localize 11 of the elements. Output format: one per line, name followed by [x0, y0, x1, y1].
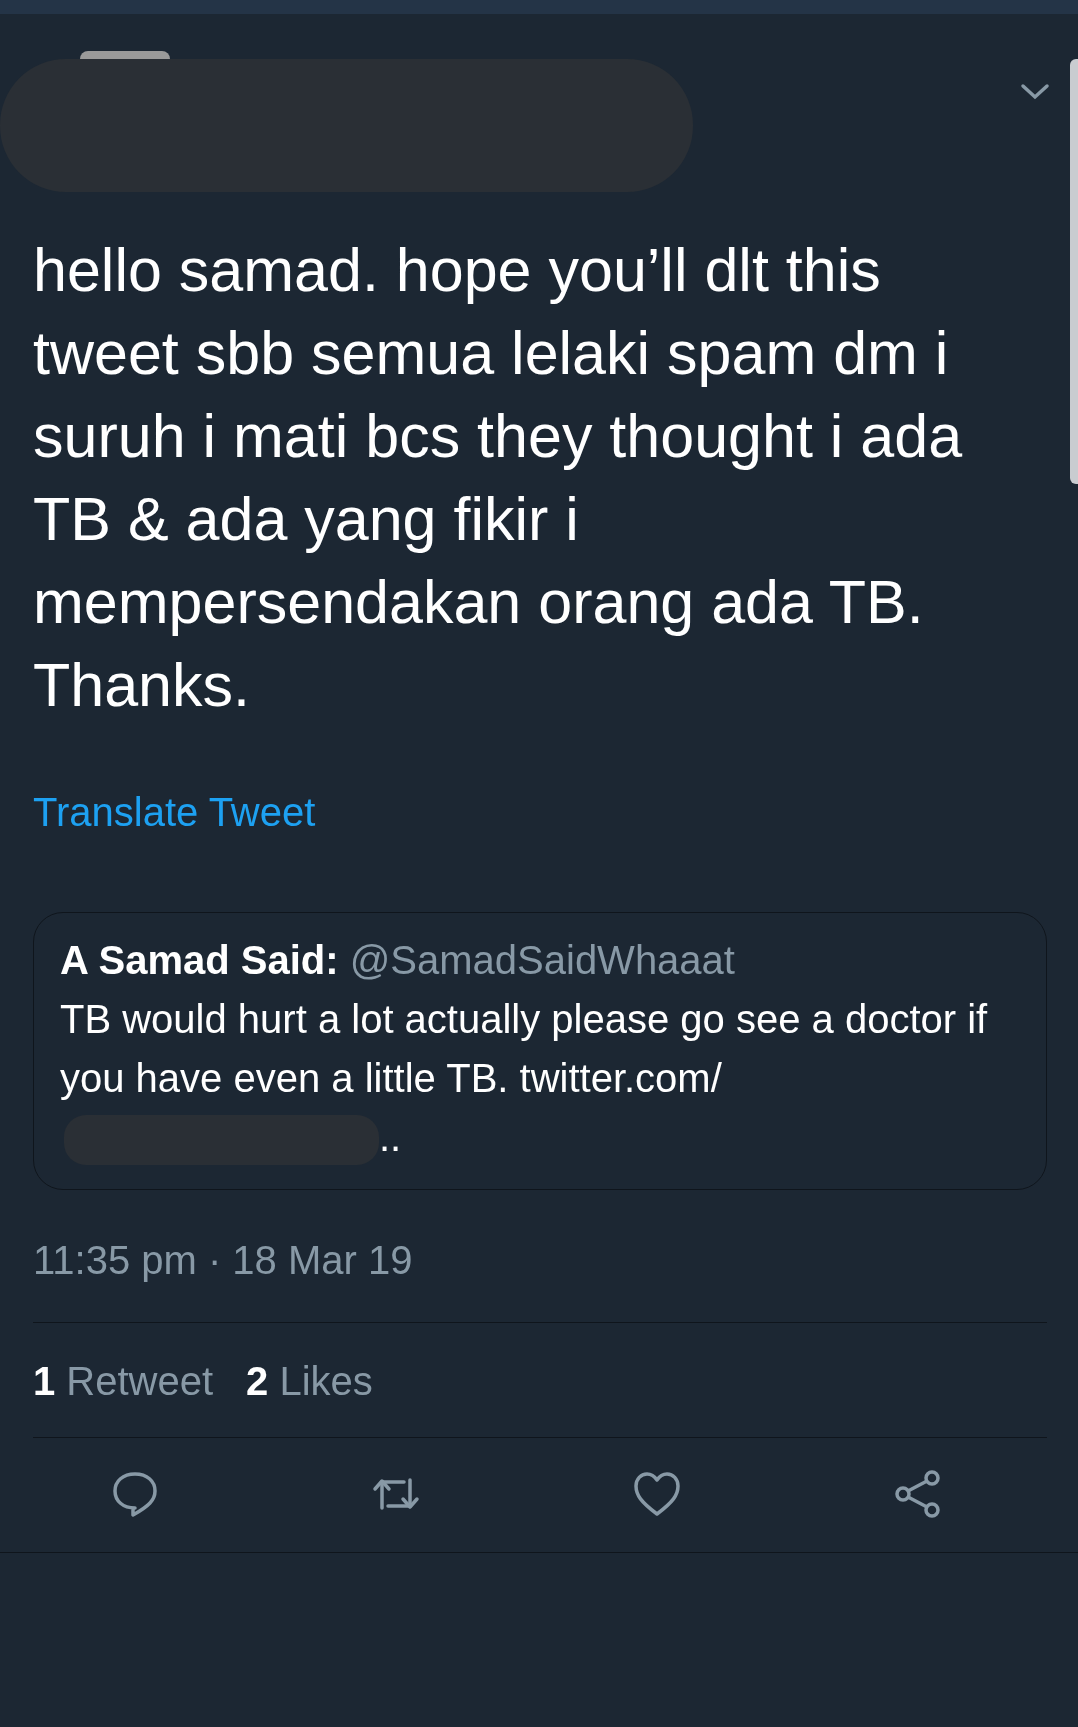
chevron-down-icon[interactable]	[1020, 82, 1050, 102]
translate-link[interactable]: Translate Tweet	[33, 782, 316, 842]
quoted-author-name: A Samad Said:	[60, 938, 339, 982]
quoted-tweet-card[interactable]: A Samad Said: @SamadSaidWhaaat TB would hurt a lot actually please go see a doctor if you have even a little TB. twitter.com/ ..	[33, 912, 1047, 1190]
quoted-author-handle: @SamadSaidWhaaat	[349, 938, 735, 982]
quoted-tweet-text: TB would hurt a lot actually please go see a doctor if you have even a little TB. twitter.com/	[60, 996, 989, 1102]
stat-count-link[interactable]: 1 Retweet	[33, 1351, 214, 1411]
ellipsis-text: ..	[379, 1115, 402, 1159]
tweet-text: hello samad. hope you’ll dlt this tweet sbb semua lelaki spam dm i suruh i mati bcs they thought i ada TB & ada yang fikir i mempersendakan orang ada TB. Thanks.	[33, 235, 964, 721]
timestamp: 11:35 pm · 18 Mar 19	[33, 1237, 414, 1284]
stat-count-link[interactable]: 2 Likes	[246, 1351, 373, 1411]
